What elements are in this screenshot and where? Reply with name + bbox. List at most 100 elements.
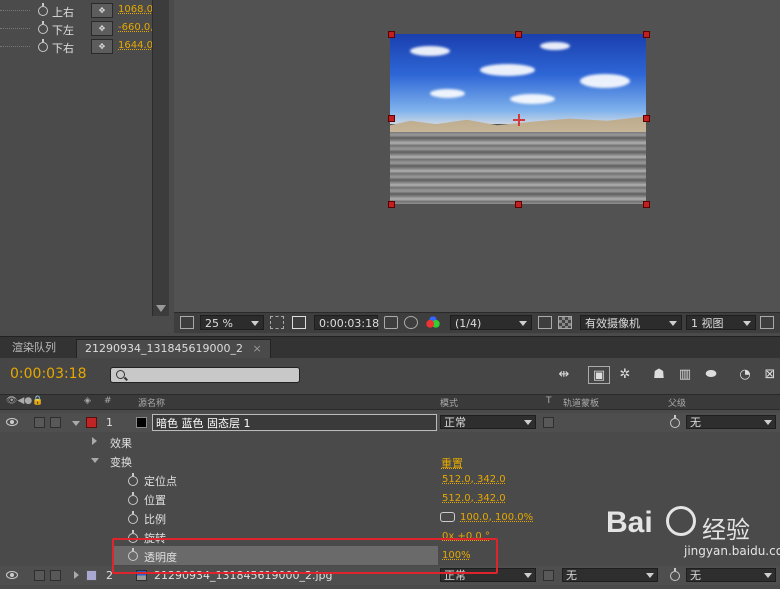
brainstorm-icon[interactable]: ◔	[734, 366, 756, 384]
layer-name[interactable]: 暗色 蓝色 固态层 1	[152, 414, 437, 431]
crosshair-button[interactable]: ✥	[91, 3, 113, 18]
preserve-transparency-toggle[interactable]	[543, 417, 554, 428]
label-color-swatch[interactable]	[86, 417, 97, 428]
constrain-link-icon[interactable]	[440, 512, 455, 522]
transform-handle[interactable]	[388, 31, 395, 38]
stopwatch-icon[interactable]	[128, 473, 138, 486]
transform-handle[interactable]	[643, 115, 650, 122]
viewer-toolbar: 25 % 0:00:03:18 (1/4) 有效摄像机 1 视图	[174, 312, 780, 333]
fx-row-top-right: 上右 ✥ 1068.0	[0, 2, 152, 19]
close-icon[interactable]: ×	[252, 342, 261, 355]
fx-row-bottom-right: 下右 ✥ 1644.0,	[0, 38, 152, 55]
solid-thumbnail	[136, 417, 147, 428]
audio-toggle[interactable]	[34, 570, 45, 581]
fx-value[interactable]: 1644.0,	[118, 40, 152, 51]
fx-value[interactable]: 1068.0	[118, 4, 152, 15]
scroll-down-icon[interactable]	[156, 305, 166, 312]
property-value[interactable]: 512.0, 342.0	[442, 493, 506, 504]
region-of-interest-icon[interactable]	[538, 316, 552, 329]
composition-button-icon[interactable]: ▣	[588, 366, 610, 384]
sky-image	[390, 34, 646, 124]
always-preview-icon[interactable]	[180, 316, 194, 329]
stopwatch-icon[interactable]	[38, 21, 48, 34]
av-switch-icons: 👁◀●🔒	[6, 396, 44, 406]
parent-dropdown[interactable]: 无	[686, 415, 776, 429]
fx-label: 下左	[52, 24, 74, 37]
watermark-brand2: 经验	[702, 516, 750, 544]
reset-link[interactable]: 重置	[441, 455, 463, 471]
channels-icon[interactable]	[426, 316, 440, 329]
draft-3d-icon[interactable]: ✲	[614, 366, 636, 384]
property-value[interactable]: 100.0, 100.0%	[460, 512, 533, 523]
transform-handle[interactable]	[643, 31, 650, 38]
property-value[interactable]: 512.0, 342.0	[442, 474, 506, 485]
fx-value[interactable]: -660.0,	[118, 22, 152, 33]
anchor-point-icon[interactable]	[513, 114, 525, 126]
shy-layers-icon[interactable]: ☗	[648, 366, 670, 384]
resolution-dropdown[interactable]: (1/4)	[450, 315, 532, 330]
transparency-grid-icon[interactable]	[558, 316, 572, 329]
frame-blending-icon[interactable]: ▥	[674, 366, 696, 384]
fx-label: 上右	[52, 6, 74, 19]
transform-handle[interactable]	[388, 115, 395, 122]
column-source-name[interactable]: 源名称	[138, 396, 165, 409]
graph-editor-icon[interactable]: ⊠	[760, 366, 780, 384]
effects-label: 效果	[110, 437, 132, 450]
mask-toggle-icon[interactable]	[292, 316, 306, 329]
audio-toggle[interactable]	[34, 417, 45, 428]
lock-toggle[interactable]	[50, 417, 61, 428]
layer-row-1[interactable]: 1 暗色 蓝色 固态层 1 正常 无	[0, 413, 780, 432]
blend-mode-dropdown[interactable]: 正常	[440, 415, 536, 429]
show-snapshot-icon[interactable]	[404, 316, 418, 329]
zoom-dropdown[interactable]: 25 %	[200, 315, 264, 330]
lock-toggle[interactable]	[50, 570, 61, 581]
motion-blur-icon[interactable]: ⬬	[700, 366, 722, 384]
expand-effects-icon[interactable]	[92, 437, 97, 445]
eye-icon[interactable]	[6, 418, 18, 426]
search-icon	[116, 370, 125, 379]
property-name: 位置	[144, 494, 166, 507]
tab-composition[interactable]: 21290934_131845619000_2 ×	[76, 339, 271, 358]
eye-icon[interactable]	[6, 571, 18, 579]
transform-handle[interactable]	[388, 201, 395, 208]
property-anchor-point[interactable]: 定位点 512.0, 342.0	[0, 470, 780, 489]
stopwatch-icon[interactable]	[38, 39, 48, 52]
fx-label: 下右	[52, 42, 74, 55]
effects-group[interactable]: 效果	[0, 432, 780, 451]
mini-flowchart-icon[interactable]: ⇹	[552, 366, 576, 384]
transform-handle[interactable]	[515, 201, 522, 208]
layer-search-input[interactable]	[110, 367, 300, 383]
crosshair-button[interactable]: ✥	[91, 39, 113, 54]
stopwatch-icon[interactable]	[128, 492, 138, 505]
crosshair-button[interactable]: ✥	[91, 21, 113, 36]
views-dropdown[interactable]: 1 视图	[686, 315, 756, 330]
preserve-transparency-toggle[interactable]	[543, 570, 554, 581]
column-t: T	[546, 396, 552, 406]
stopwatch-icon[interactable]	[128, 511, 138, 524]
transform-handle[interactable]	[515, 31, 522, 38]
label-color-swatch[interactable]	[86, 570, 97, 581]
camera-dropdown[interactable]: 有效摄像机	[580, 315, 682, 330]
pickwhip-icon[interactable]	[670, 415, 680, 428]
toggle-pixel-icon[interactable]	[760, 316, 774, 329]
paw-icon	[666, 506, 696, 536]
panel-tab-strip: 渲染队列 21290934_131845619000_2 ×	[0, 336, 780, 359]
fx-scrollbar[interactable]	[152, 0, 169, 316]
expand-transform-icon[interactable]	[91, 458, 99, 463]
watermark-brand: Bai	[606, 506, 653, 539]
transform-group[interactable]: 变换 重置	[0, 451, 780, 470]
column-track-matte: 轨道蒙板	[563, 399, 600, 409]
current-time-display[interactable]: 0:00:03:18	[10, 366, 87, 382]
effect-controls-panel: 上右 ✥ 1068.0 下左 ✥ -660.0, 下右 ✥ 1644.0,	[0, 0, 172, 332]
expand-layer-icon[interactable]	[74, 571, 79, 579]
title-safe-icon[interactable]	[270, 316, 284, 329]
watermark-url: jingyan.baidu.com	[684, 544, 780, 558]
property-name: 比例	[144, 513, 166, 526]
tab-render-queue[interactable]: 渲染队列	[4, 339, 64, 357]
fx-row-bottom-left: 下左 ✥ -660.0,	[0, 20, 152, 37]
viewer-timecode[interactable]: 0:00:03:18	[314, 315, 379, 330]
stopwatch-icon[interactable]	[38, 3, 48, 16]
transform-handle[interactable]	[643, 201, 650, 208]
expand-layer-icon[interactable]	[72, 421, 80, 426]
camera-snapshot-icon[interactable]	[384, 316, 398, 329]
